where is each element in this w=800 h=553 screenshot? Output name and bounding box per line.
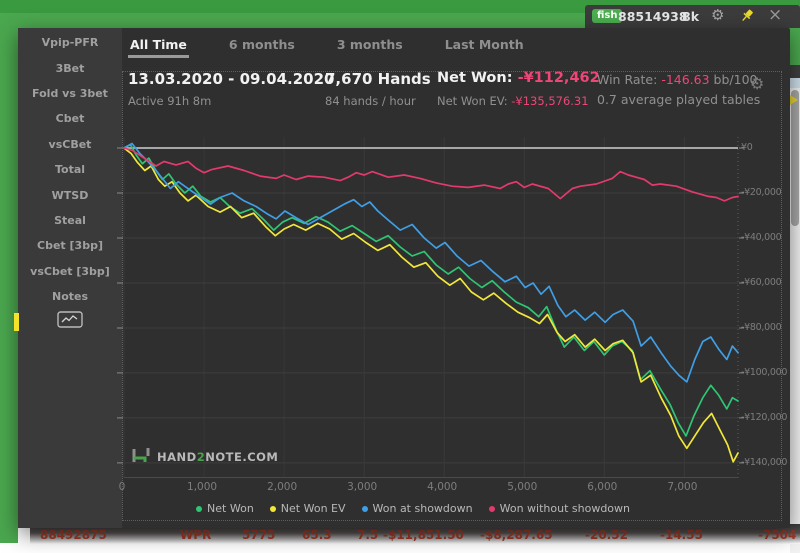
tab-last-month[interactable]: Last Month	[443, 34, 526, 58]
x-tick-label: 7,000	[660, 481, 704, 493]
y-tick-label: -¥40,000	[741, 232, 781, 243]
legend-item-won-without-showdown[interactable]: Won without showdown	[489, 502, 630, 515]
sidebar-item-graph[interactable]	[18, 309, 122, 334]
y-tick-label: -¥120,000	[741, 412, 787, 423]
tab-all-time[interactable]: All Time	[128, 34, 189, 58]
y-tick-label: -¥140,000	[741, 457, 787, 468]
hud-title-bar: fish 88514938 8k ⚙ ×	[585, 5, 800, 28]
sidebar-item-wtsd[interactable]: WTSD	[18, 182, 122, 207]
graph-icon	[57, 311, 83, 332]
gear-icon[interactable]: ⚙	[711, 6, 724, 24]
x-tick-label: 2,000	[260, 481, 304, 493]
legend-label: Net Won	[207, 502, 254, 515]
legend-label: Won at showdown	[373, 502, 473, 515]
background-row-cell: -$8,287.65	[480, 528, 553, 542]
background-row-cell: -14.55	[660, 528, 703, 542]
series-net-won-ev	[124, 148, 738, 462]
legend-dot-icon	[489, 506, 495, 512]
background-row-cell: 5775	[242, 528, 275, 542]
sidebar-yellow-marker	[14, 313, 19, 331]
sidebar-item-fold-vs-3bet[interactable]: Fold vs 3bet	[18, 81, 122, 106]
x-tick-label: 4,000	[420, 481, 464, 493]
y-tick-label: ¥0	[741, 142, 753, 153]
tab-3-months[interactable]: 3 months	[335, 34, 405, 58]
background-row-cell: -7504	[758, 528, 796, 542]
sidebar-item-steal[interactable]: Steal	[18, 208, 122, 233]
sidebar-item-vscbet-3bp[interactable]: vsCbet [3bp]	[18, 259, 122, 284]
x-tick-label: 0	[100, 481, 144, 493]
tab-6-months[interactable]: 6 months	[227, 34, 297, 58]
close-icon[interactable]: ×	[768, 5, 782, 25]
x-tick-label: 1,000	[180, 481, 224, 493]
stats-popup-panel: Vpip-PFR3BetFold vs 3betCbetvsCBetTotalW…	[18, 28, 790, 528]
hand2note-watermark: HAND2NOTE.COM	[131, 445, 278, 469]
background-row-cell: 7.5	[357, 528, 378, 542]
chart-legend: Net WonNet Won EVWon at showdownWon with…	[268, 502, 630, 515]
background-row-cell: -20.52	[585, 528, 628, 542]
legend-item-net-won[interactable]: Net Won	[196, 502, 254, 515]
series-net-won	[124, 145, 738, 436]
sidebar-item-notes[interactable]: Notes	[18, 284, 122, 309]
hand2note-logo-icon	[131, 445, 151, 469]
sidebar: Vpip-PFR3BetFold vs 3betCbetvsCBetTotalW…	[18, 28, 122, 528]
background-pin-tip-icon	[790, 95, 798, 105]
screen: 88492875 WPR 5775 65.3 7.5 -$11,851.50 -$8,287…	[0, 0, 800, 553]
sidebar-item-vpip-pfr[interactable]: Vpip-PFR	[18, 30, 122, 55]
player-id: 88514938	[618, 9, 688, 24]
background-window-header-sliver	[790, 78, 800, 88]
x-tick-label: 5,000	[500, 481, 544, 493]
background-row-cell: -$11,851.50	[383, 528, 464, 542]
pin-icon[interactable]	[740, 8, 755, 27]
background-row-cell: 65.3	[302, 528, 332, 542]
y-tick-label: -¥100,000	[741, 367, 787, 378]
scrollbar-thumb[interactable]	[791, 90, 799, 226]
sidebar-item-cbet[interactable]: Cbet	[18, 106, 122, 131]
legend-label: Net Won EV	[281, 502, 346, 515]
legend-label: Won without showdown	[500, 502, 630, 515]
legend-dot-icon	[196, 506, 202, 512]
y-tick-label: -¥20,000	[741, 187, 781, 198]
legend-item-net-won-ev[interactable]: Net Won EV	[270, 502, 346, 515]
player-stack: 8k	[682, 9, 699, 24]
watermark-text: HAND2NOTE.COM	[157, 450, 278, 464]
y-tick-label: -¥60,000	[741, 277, 781, 288]
poker-window-left-strip	[0, 13, 18, 543]
winnings-chart[interactable]	[116, 137, 744, 478]
series-won-at-showdown	[124, 144, 738, 382]
legend-item-won-at-showdown[interactable]: Won at showdown	[362, 502, 473, 515]
y-tick-label: -¥80,000	[741, 322, 781, 333]
time-range-tabs: All Time 6 months 3 months Last Month	[128, 34, 526, 58]
legend-dot-icon	[270, 506, 276, 512]
sidebar-item-3bet[interactable]: 3Bet	[18, 55, 122, 80]
sidebar-item-vscbet[interactable]: vsCBet	[18, 132, 122, 157]
legend-dot-icon	[362, 506, 368, 512]
background-row-cell: 88492875	[40, 528, 107, 542]
x-tick-label: 6,000	[580, 481, 624, 493]
sidebar-item-total[interactable]: Total	[18, 157, 122, 182]
sidebar-item-cbet-3bp[interactable]: Cbet [3bp]	[18, 233, 122, 258]
background-window-toolbar-sliver	[790, 65, 800, 78]
background-row-cell: WPR	[180, 528, 211, 542]
x-tick-label: 3,000	[340, 481, 384, 493]
